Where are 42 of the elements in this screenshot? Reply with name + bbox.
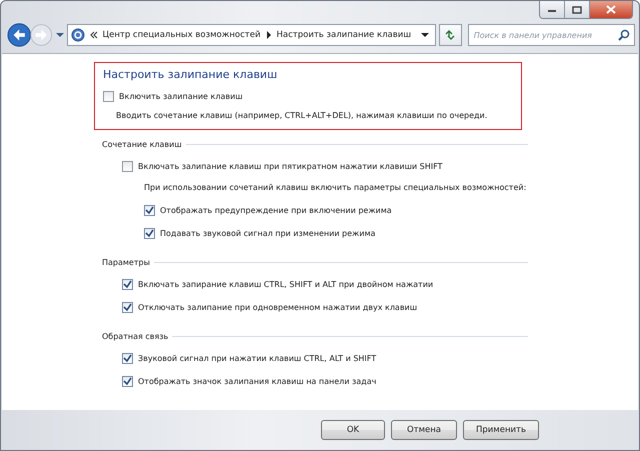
close-button[interactable] bbox=[590, 1, 632, 18]
section-heading: Параметры bbox=[102, 258, 150, 266]
search-icon bbox=[618, 29, 630, 41]
checkbox[interactable] bbox=[122, 160, 133, 172]
maximize-icon bbox=[572, 6, 582, 14]
dropdown-arrow-icon[interactable] bbox=[421, 32, 430, 38]
checkbox-label[interactable]: Включить залипание клавиш bbox=[119, 92, 243, 100]
dialog-button[interactable]: Применить bbox=[463, 420, 539, 440]
dialog-button[interactable]: OK bbox=[321, 420, 385, 440]
description-text: Вводить сочетание клавиш (например, CTRL+ALT+DEL), нажимая клавиши по очереди. bbox=[116, 110, 488, 122]
minimize-button[interactable] bbox=[540, 1, 565, 18]
search-field[interactable]: Поиск в панели управления bbox=[468, 24, 635, 46]
checkbox-label[interactable]: Подавать звуковой сигнал при изменении режима bbox=[160, 228, 376, 238]
accessibility-icon bbox=[70, 28, 84, 42]
note-text: При использовании сочетаний клавиш включить параметры специальных возможностей: bbox=[144, 182, 528, 194]
checkbox[interactable] bbox=[122, 352, 133, 364]
back-button[interactable] bbox=[7, 22, 32, 48]
checkbox-label[interactable]: Отображать значок залипания клавиш на панели задач bbox=[138, 376, 376, 386]
page-title: Настроить залипание клавиш bbox=[103, 68, 278, 81]
checkbox[interactable] bbox=[144, 204, 155, 216]
chevrons-icon bbox=[90, 31, 98, 39]
checkbox-label[interactable]: Отключать залипание при одновременном нажатии двух клавиш bbox=[138, 302, 418, 312]
maximize-button[interactable] bbox=[565, 1, 590, 18]
section-heading: Сочетание клавиш bbox=[102, 140, 182, 148]
breadcrumb-item[interactable]: Центр специальных возможностей bbox=[102, 30, 260, 40]
refresh-button[interactable] bbox=[439, 24, 462, 46]
checkbox[interactable] bbox=[103, 90, 114, 102]
close-icon bbox=[606, 5, 616, 14]
checkbox-label[interactable]: Включать залипание клавиш при пятикратном нажатии клавиши SHIFT bbox=[138, 162, 442, 170]
breadcrumb-item[interactable]: Настроить залипание клавиш bbox=[276, 30, 412, 40]
checkbox[interactable] bbox=[144, 228, 155, 238]
refresh-icon bbox=[444, 29, 456, 41]
dialog-button[interactable]: Отмена bbox=[391, 420, 457, 440]
separator-arrow-icon bbox=[266, 31, 272, 39]
checkbox-label[interactable]: Отображать предупреждение при включении режима bbox=[160, 206, 392, 214]
checkbox-label[interactable]: Звуковой сигнал при нажатии клавиш CTRL, ALT и SHIFT bbox=[138, 354, 376, 362]
checkbox[interactable] bbox=[122, 278, 133, 290]
address-bar[interactable]: Центр специальных возможностей Настроить залипание клавиш bbox=[66, 24, 436, 46]
checkbox[interactable] bbox=[122, 376, 133, 386]
checkbox-label[interactable]: Включать запирание клавиш CTRL, SHIFT и ALT при двойном нажатии bbox=[138, 280, 434, 288]
section-heading: Обратная связь bbox=[102, 332, 168, 340]
checkbox[interactable] bbox=[122, 302, 133, 312]
